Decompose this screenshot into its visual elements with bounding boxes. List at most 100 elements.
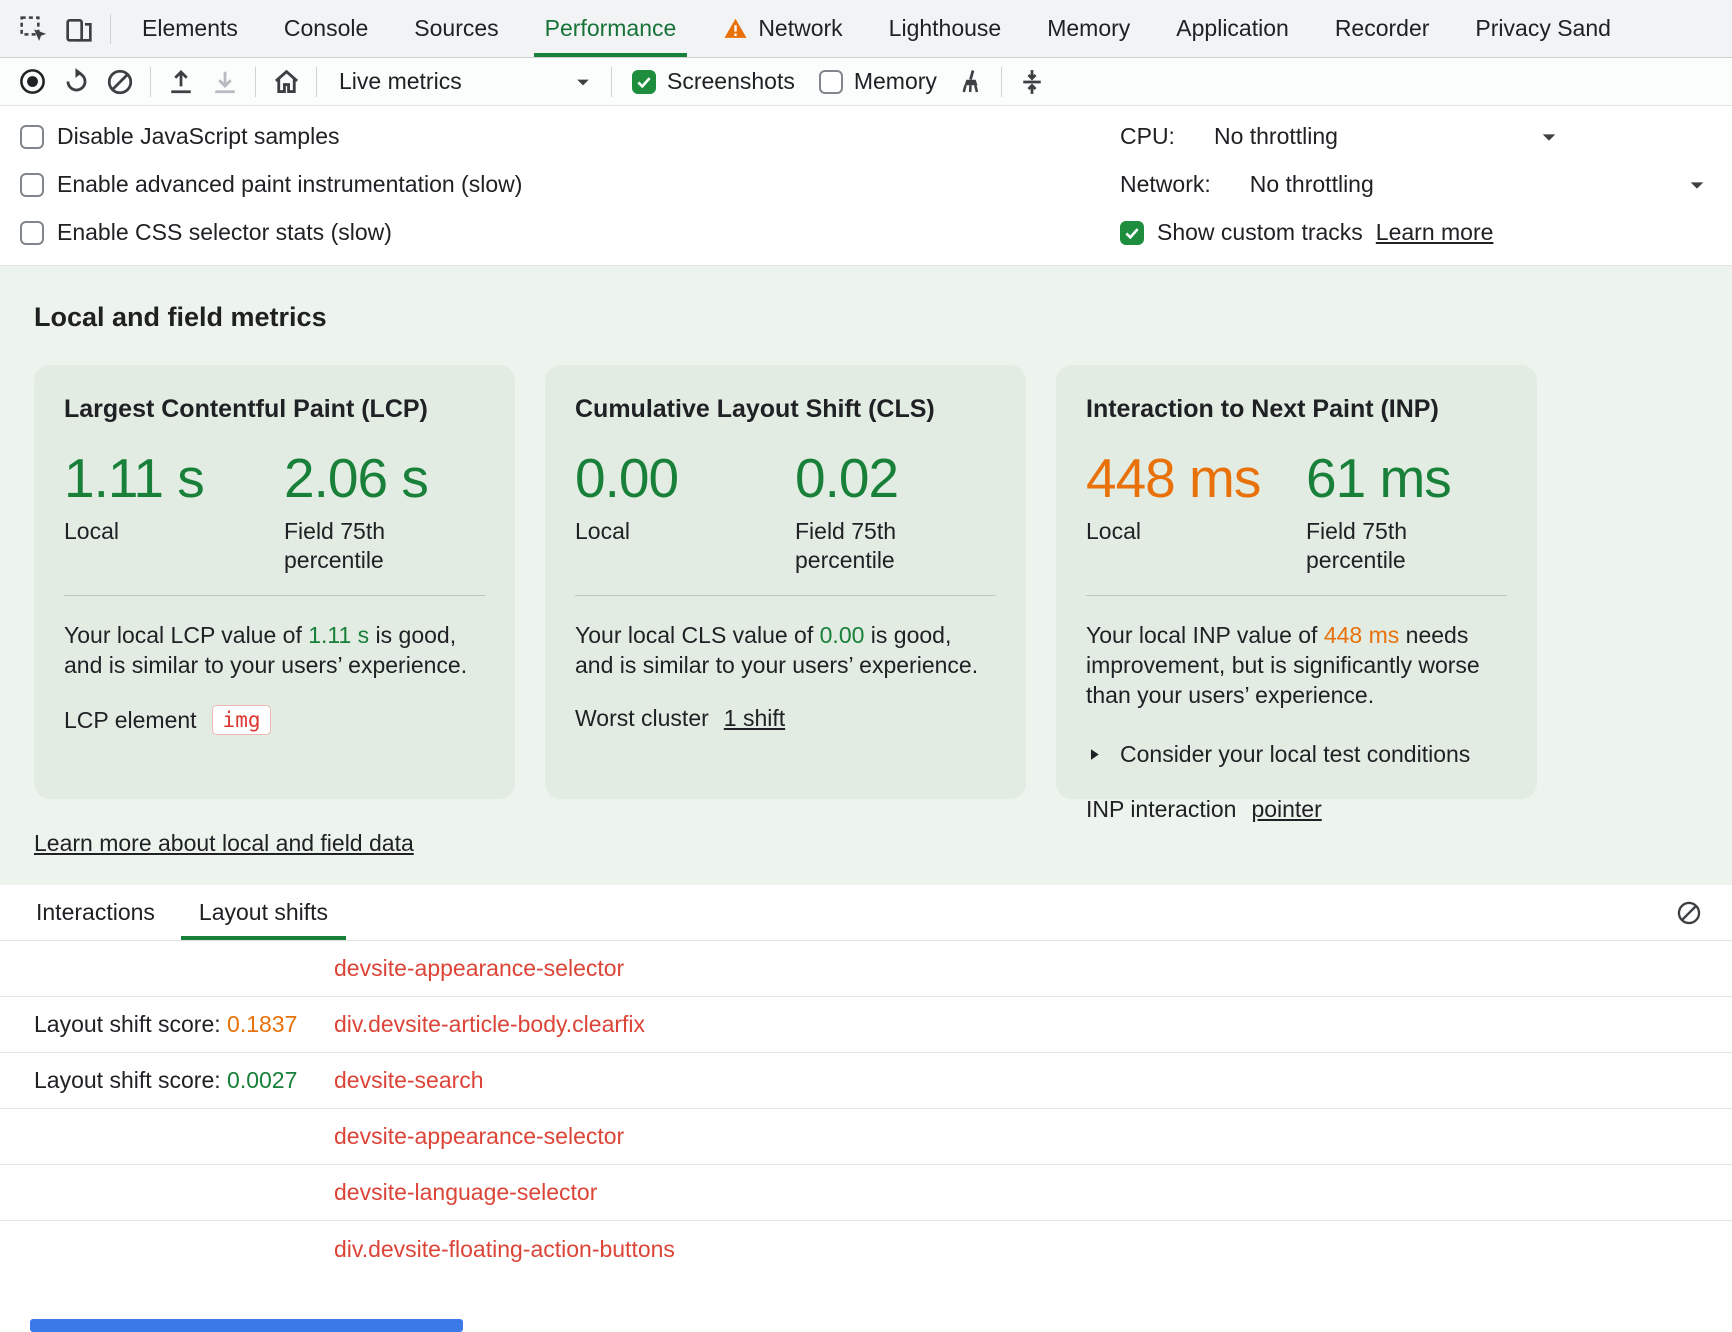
disable-js-samples-row[interactable]: Disable JavaScript samples: [20, 123, 522, 150]
clear-icon: [1675, 899, 1703, 927]
home-button[interactable]: [264, 61, 308, 103]
desc-text: Your local INP value of: [1086, 622, 1324, 648]
performance-toolbar: Live metrics Screenshots Memory: [0, 58, 1732, 106]
divider: [150, 67, 151, 97]
cls-field-label: Field 75th percentile: [795, 517, 935, 575]
worst-cluster-link[interactable]: 1 shift: [724, 705, 785, 732]
layout-shift-row[interactable]: devsite-language-selector: [0, 1165, 1732, 1221]
inp-local-value: 448 ms: [1086, 448, 1306, 508]
cls-local-value: 0.00: [575, 448, 795, 508]
divider: [575, 595, 996, 596]
cls-field-column: 0.02 Field 75th percentile: [795, 448, 935, 575]
tab-lighthouse[interactable]: Lighthouse: [866, 0, 1025, 57]
inspect-element-button[interactable]: [10, 6, 56, 52]
css-selector-stats-row[interactable]: Enable CSS selector stats (slow): [20, 219, 522, 246]
layout-shift-row[interactable]: div.devsite-floating-action-buttons: [0, 1221, 1732, 1277]
horizontal-scrollbar-thumb[interactable]: [30, 1319, 463, 1332]
capture-settings: Disable JavaScript samples Enable advanc…: [0, 106, 1732, 266]
tab-label: Application: [1176, 15, 1289, 42]
tab-label: Console: [284, 15, 368, 42]
tab-label: Lighthouse: [889, 15, 1002, 42]
inp-field-label: Field 75th percentile: [1306, 517, 1446, 575]
node-link[interactable]: div.devsite-floating-action-buttons: [334, 1236, 675, 1263]
tab-application[interactable]: Application: [1153, 0, 1312, 57]
network-throttling-select[interactable]: Network: No throttling: [1120, 171, 1562, 198]
cls-description: Your local CLS value of 0.00 is good, an…: [575, 620, 996, 680]
layout-shift-row[interactable]: Layout shift score: 0.1837 div.devsite-a…: [0, 997, 1732, 1053]
tabbar-icons: [0, 0, 119, 57]
clear-button[interactable]: [98, 61, 142, 103]
disclosure-label: Consider your local test conditions: [1120, 741, 1470, 768]
divider: [110, 14, 111, 44]
memory-checkbox[interactable]: [819, 70, 843, 94]
clean-icon-button[interactable]: [949, 61, 993, 103]
node-link[interactable]: devsite-appearance-selector: [334, 955, 624, 982]
node-link[interactable]: devsite-search: [334, 1067, 484, 1094]
show-custom-tracks-checkbox[interactable]: [1120, 221, 1144, 245]
divider: [1086, 595, 1507, 596]
save-profile-button[interactable]: [203, 61, 247, 103]
devtools-tabbar: Elements Console Sources Performance Net…: [0, 0, 1732, 58]
load-profile-button[interactable]: [159, 61, 203, 103]
layout-shift-row[interactable]: Layout shift score: 0.0027 devsite-searc…: [0, 1053, 1732, 1109]
tab-memory[interactable]: Memory: [1024, 0, 1153, 57]
tab-recorder[interactable]: Recorder: [1312, 0, 1453, 57]
inp-card: Interaction to Next Paint (INP) 448 ms L…: [1056, 365, 1537, 799]
device-toolbar-button[interactable]: [56, 6, 102, 52]
disable-js-samples-checkbox[interactable]: [20, 125, 44, 149]
collect-garbage-button[interactable]: [1010, 61, 1054, 103]
devtools-window: Elements Console Sources Performance Net…: [0, 0, 1732, 1277]
home-icon: [271, 66, 302, 97]
advanced-paint-row[interactable]: Enable advanced paint instrumentation (s…: [20, 171, 522, 198]
tab-layout-shifts[interactable]: Layout shifts: [197, 885, 330, 940]
lcp-card-title: Largest Contentful Paint (LCP): [64, 395, 485, 424]
tab-label: Elements: [142, 15, 238, 42]
warning-icon: [722, 16, 749, 41]
device-toolbar-icon: [63, 13, 95, 45]
chevron-down-icon: [1536, 124, 1562, 150]
screenshots-checkbox[interactable]: [632, 70, 656, 94]
tab-label: Memory: [1047, 15, 1130, 42]
tab-performance[interactable]: Performance: [522, 0, 700, 57]
field-data-learn-more-link[interactable]: Learn more about local and field data: [34, 830, 414, 856]
node-link[interactable]: div.devsite-article-body.clearfix: [334, 1011, 645, 1038]
layout-shift-row[interactable]: devsite-appearance-selector: [0, 1109, 1732, 1165]
upload-icon: [166, 67, 196, 97]
advanced-paint-checkbox[interactable]: [20, 173, 44, 197]
tab-interactions[interactable]: Interactions: [34, 885, 157, 940]
local-test-conditions-disclosure[interactable]: Consider your local test conditions: [1086, 741, 1470, 768]
lcp-element-node-link[interactable]: img: [212, 705, 272, 735]
desc-text: Your local CLS value of: [575, 622, 820, 648]
cpu-throttling-select[interactable]: CPU: No throttling: [1120, 123, 1562, 150]
show-custom-tracks-row[interactable]: Show custom tracks Learn more: [1120, 219, 1562, 246]
tab-sources[interactable]: Sources: [391, 0, 521, 57]
tab-elements[interactable]: Elements: [119, 0, 261, 57]
reload-and-record-button[interactable]: [54, 61, 98, 103]
lcp-card: Largest Contentful Paint (LCP) 1.11 s Lo…: [34, 365, 515, 799]
clear-log-button[interactable]: [1666, 890, 1712, 936]
screenshots-checkbox-row[interactable]: Screenshots: [632, 68, 795, 95]
custom-tracks-learn-more-link[interactable]: Learn more: [1376, 219, 1494, 246]
record-button[interactable]: [10, 61, 54, 103]
tab-console[interactable]: Console: [261, 0, 391, 57]
memory-checkbox-row[interactable]: Memory: [819, 68, 937, 95]
layout-shift-row[interactable]: devsite-appearance-selector: [0, 941, 1732, 997]
check-icon: [1123, 224, 1141, 242]
inp-interaction-link[interactable]: pointer: [1251, 796, 1321, 823]
tab-privacy-sandbox[interactable]: Privacy Sand: [1452, 0, 1634, 57]
record-icon: [17, 66, 48, 97]
tab-label: Privacy Sand: [1475, 15, 1611, 42]
inp-local-label: Local: [1086, 517, 1226, 546]
css-selector-stats-checkbox[interactable]: [20, 221, 44, 245]
network-label: Network:: [1120, 171, 1211, 198]
history-dropdown[interactable]: Live metrics: [325, 62, 603, 102]
tab-network[interactable]: Network: [699, 0, 865, 57]
lcp-element-label: LCP element: [64, 707, 197, 734]
lcp-field-value: 2.06 s: [284, 448, 428, 508]
lcp-field-column: 2.06 s Field 75th percentile: [284, 448, 428, 575]
memory-label: Memory: [854, 68, 937, 95]
score-value: 0.1837: [227, 1011, 297, 1037]
network-throttling-value: No throttling: [1250, 171, 1374, 198]
node-link[interactable]: devsite-language-selector: [334, 1179, 597, 1206]
node-link[interactable]: devsite-appearance-selector: [334, 1123, 624, 1150]
